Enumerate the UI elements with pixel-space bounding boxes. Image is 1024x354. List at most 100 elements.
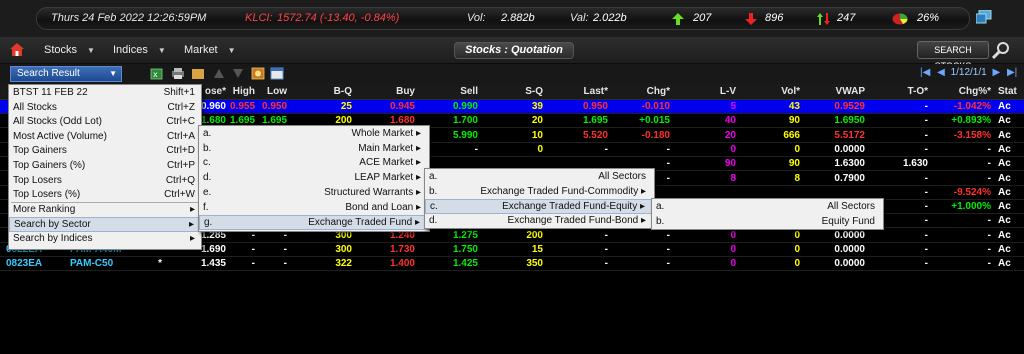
col-high[interactable]: High: [230, 86, 255, 97]
layout-icon[interactable]: [270, 67, 284, 80]
etf-menu-item[interactable]: a. All Sectors: [425, 170, 654, 185]
search-menu-item[interactable]: Top Gainers Ctrl+D: [9, 144, 201, 159]
cell-to: -: [924, 129, 928, 141]
cell-stat: Ac: [998, 215, 1011, 227]
first-page-button[interactable]: |◀: [920, 67, 930, 78]
search-stocks-button[interactable]: SEARCH STOCKS: [917, 41, 989, 71]
folder-icon[interactable]: [191, 67, 205, 80]
move-up-icon[interactable]: [212, 67, 226, 80]
cell-chgpct: -: [987, 215, 991, 227]
prev-page-button[interactable]: ◀: [937, 67, 945, 78]
cell-stat: Ac: [998, 244, 1011, 255]
cell-sell: 1.700: [452, 115, 478, 127]
col-low[interactable]: Low: [262, 86, 287, 97]
menu-item-shortcut: Ctrl+Z: [167, 101, 196, 113]
cell-to: -: [924, 101, 928, 112]
col-sell[interactable]: Sell: [440, 86, 478, 97]
col-sq[interactable]: S-Q: [505, 86, 543, 97]
window-icon[interactable]: [976, 10, 992, 24]
result-select[interactable]: Search Result ▼: [10, 66, 122, 82]
market-menu-item[interactable]: g. Exchange Traded Fund ▸: [199, 215, 429, 230]
col-chg[interactable]: Chg*: [625, 86, 670, 97]
search-icon[interactable]: [992, 42, 1010, 59]
cell-last: 1.695: [582, 115, 608, 127]
menu-separator: [11, 201, 199, 203]
ticker-percent: 26%: [917, 12, 940, 24]
stocks-menu[interactable]: Stocks ▼: [44, 44, 95, 56]
settings-icon[interactable]: [251, 67, 265, 80]
chevron-down-icon: ▼: [87, 46, 95, 55]
col-lv[interactable]: L-V: [700, 86, 736, 97]
etf-menu-item[interactable]: b. Exchange Traded Fund-Commodity ▸: [425, 185, 654, 200]
col-buy[interactable]: Buy: [380, 86, 415, 97]
col-vwap[interactable]: VWAP: [820, 86, 865, 97]
cell-lv: 0: [730, 229, 736, 241]
etf-menu-item[interactable]: c. Exchange Traded Fund-Equity ▸: [425, 199, 654, 214]
menu-item-key: a.: [656, 201, 665, 212]
menu-item-label: Most Active (Volume): [13, 130, 107, 142]
search-menu-item[interactable]: More Ranking ▸: [9, 203, 201, 218]
col-chgpct[interactable]: Chg%*: [945, 86, 991, 97]
menu-item-shortcut: Ctrl+C: [166, 116, 195, 128]
cell-vwap: 0.0000: [834, 244, 865, 255]
col-bq[interactable]: B-Q: [320, 86, 352, 97]
search-menu-item[interactable]: Top Gainers (%) Ctrl+P: [9, 159, 201, 174]
market-menu-item[interactable]: f. Bond and Loan ▸: [199, 201, 429, 216]
export-excel-icon[interactable]: x: [150, 67, 164, 80]
market-menu[interactable]: Market ▼: [184, 44, 236, 56]
etf-equity-submenu: a. All Sectors b. Equity Fund: [651, 198, 884, 230]
cell-to: -: [924, 215, 928, 227]
home-icon[interactable]: [10, 43, 24, 56]
market-menu-item[interactable]: c. ACE Market ▸: [199, 156, 429, 171]
col-last[interactable]: Last*: [570, 86, 608, 97]
search-menu-item[interactable]: Search by Sector ▸: [9, 217, 201, 232]
cell-bq: 300: [335, 244, 352, 255]
indices-menu[interactable]: Indices ▼: [113, 44, 166, 56]
etf-equity-menu-item[interactable]: a. All Sectors: [652, 200, 883, 215]
next-page-button[interactable]: ▶: [993, 67, 1001, 78]
market-menu-item[interactable]: e. Structured Warrants ▸: [199, 186, 429, 201]
search-menu-item[interactable]: Search by Indices ▸: [9, 232, 201, 247]
last-page-button[interactable]: ▶|: [1007, 67, 1017, 78]
cell-vwap: 1.6950: [834, 115, 865, 127]
menu-item-key: a.: [203, 128, 212, 139]
cell-vol: 666: [783, 129, 800, 141]
etf-equity-menu-item[interactable]: b. Equity Fund: [652, 215, 883, 230]
etf-menu-item[interactable]: d. Exchange Traded Fund-Bond ▸: [425, 214, 654, 229]
search-menu-item[interactable]: All Stocks Ctrl+Z: [9, 101, 201, 116]
col-status[interactable]: Stat: [998, 86, 1024, 97]
table-row[interactable]: 0823EA PAM-C50 * 1.435 - - 322 1.400 1.425 350 - - 0…: [0, 257, 1024, 272]
pie-chart-icon: [892, 13, 908, 25]
pagination: |◀ ◀ 1/12/1/1 ▶ ▶|: [920, 67, 1017, 78]
market-menu-item[interactable]: b. Main Market ▸: [199, 142, 429, 157]
cell-sell: 0.990: [452, 101, 478, 112]
move-down-icon[interactable]: [231, 67, 245, 80]
cell-chgpct: +1.000%: [951, 201, 991, 213]
search-menu-item[interactable]: BTST 11 FEB 22 Shift+1: [9, 86, 201, 101]
cell-stat: Ac: [998, 201, 1011, 213]
menu-item-label: Search by Indices: [13, 233, 93, 244]
page-indicator: 1/12/1/1: [950, 67, 987, 78]
cell-flag: *: [158, 258, 162, 270]
market-menu-item[interactable]: d. LEAP Market ▸: [199, 171, 429, 186]
cell-bq: 322: [335, 258, 352, 270]
col-to[interactable]: T-O*: [890, 86, 928, 97]
print-icon[interactable]: [171, 67, 185, 80]
cell-to: -: [924, 143, 928, 155]
cell-sq: 20: [531, 115, 543, 127]
col-close[interactable]: ose*: [198, 86, 226, 97]
ticker-down-count: 896: [765, 12, 784, 24]
cell-stat: Ac: [998, 101, 1011, 112]
market-menu-item[interactable]: a. Whole Market ▸: [199, 127, 429, 142]
search-menu-item[interactable]: Top Losers Ctrl+Q: [9, 174, 201, 189]
svg-text:x: x: [153, 70, 158, 79]
cell-vol: 8: [794, 172, 800, 184]
col-vol[interactable]: Vol*: [760, 86, 800, 97]
menu-item-key: b.: [203, 142, 212, 154]
cell-last: -: [604, 143, 608, 155]
search-menu-item[interactable]: Top Losers (%) Ctrl+W: [9, 188, 201, 203]
ticker-vol-value: 2.882b: [501, 12, 535, 24]
search-menu-item[interactable]: All Stocks (Odd Lot) Ctrl+C: [9, 115, 201, 130]
cell-chgpct: -: [987, 143, 991, 155]
search-menu-item[interactable]: Most Active (Volume) Ctrl+A: [9, 130, 201, 145]
